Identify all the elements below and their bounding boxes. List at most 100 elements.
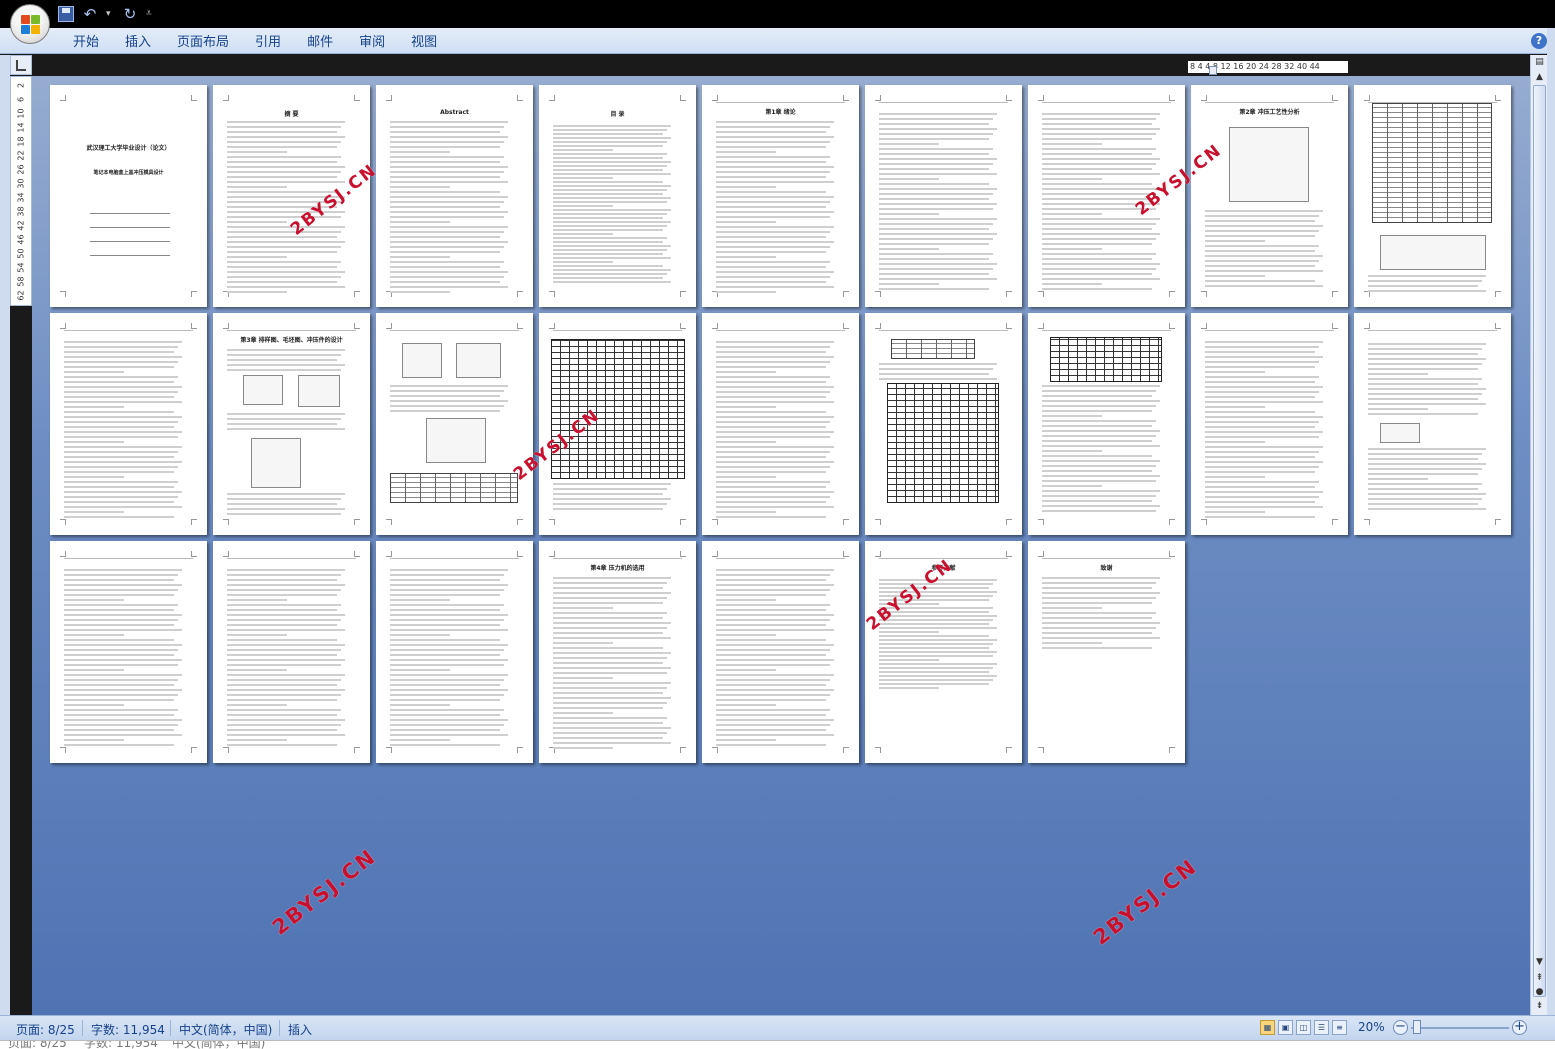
ruler-toggle-icon[interactable]: ▤	[1532, 55, 1547, 70]
tab-references[interactable]: 引用	[242, 31, 294, 52]
page-thumbnail[interactable]	[213, 541, 370, 763]
strip-language: 中文(简体，中国)	[172, 1040, 266, 1049]
page-thumbnail[interactable]: 第3章 排样图、毛坯图、冲压件的设计	[213, 313, 370, 535]
text-line	[1205, 491, 1323, 493]
text-line	[390, 256, 450, 258]
page-thumbnail[interactable]: 第2章 冲压工艺性分析	[1191, 85, 1348, 307]
page-thumbnail[interactable]: Abstract	[376, 85, 533, 307]
zoom-in-icon[interactable]: +	[1512, 1020, 1527, 1035]
indent-marker[interactable]	[1209, 66, 1217, 75]
page-header	[553, 555, 682, 559]
page-thumbnail[interactable]	[50, 313, 207, 535]
page-count[interactable]: 页面: 8/25	[16, 1021, 75, 1038]
vertical-scrollbar[interactable]: ▤ ▲ ▼ ⇞ ● ⇟	[1530, 55, 1547, 1015]
text-line	[227, 654, 337, 656]
text-line	[1042, 233, 1160, 235]
print-layout-view-icon[interactable]: ▦	[1260, 1020, 1275, 1035]
tab-view[interactable]: 视图	[398, 31, 450, 52]
page-thumbnail[interactable]: 第1章 绪论	[702, 85, 859, 307]
redo-icon[interactable]: ↻	[122, 6, 138, 22]
crop-mark	[354, 519, 360, 525]
outline-view-icon[interactable]: ☰	[1314, 1020, 1329, 1035]
text-line	[64, 684, 174, 686]
scroll-down-icon[interactable]: ▼	[1532, 955, 1547, 970]
crop-mark	[680, 747, 686, 753]
tab-insert[interactable]: 插入	[112, 31, 164, 52]
text-line	[553, 217, 663, 219]
help-icon[interactable]: ?	[1531, 33, 1547, 49]
undo-dropdown-icon[interactable]: ▾	[106, 6, 114, 22]
separator	[279, 1020, 280, 1036]
text-line	[553, 667, 671, 669]
text-line	[716, 436, 830, 438]
web-layout-icon[interactable]: ◫	[1296, 1020, 1311, 1035]
page-thumbnail[interactable]: 第4章 压力机的选用	[539, 541, 696, 763]
text-line	[1042, 490, 1160, 492]
page-thumbnail[interactable]	[702, 541, 859, 763]
page-thumbnail[interactable]	[865, 313, 1022, 535]
zoom-level[interactable]: 20%	[1358, 1020, 1385, 1034]
crop-mark	[1201, 519, 1207, 525]
draft-view-icon[interactable]: ≡	[1332, 1020, 1347, 1035]
page-thumbnail[interactable]	[50, 541, 207, 763]
page-thumbnail[interactable]	[1191, 313, 1348, 535]
text-line	[1205, 421, 1319, 423]
page-thumbnail[interactable]	[539, 313, 696, 535]
save-icon[interactable]	[58, 6, 74, 22]
quick-access-toolbar: ↶ ▾ ↻ ⩡	[58, 5, 156, 23]
text-line	[879, 679, 993, 681]
zoom-slider[interactable]	[1411, 1027, 1509, 1029]
text-line	[879, 228, 989, 230]
text-line	[553, 612, 667, 614]
text-line	[553, 169, 663, 171]
text-line	[227, 714, 337, 716]
text-line	[716, 396, 826, 398]
word-count[interactable]: 字数: 11,954	[91, 1021, 165, 1038]
page-thumbnail[interactable]: 武汉理工大学毕业设计（论文） 笔记本电脑盒上盖冲压模具设计	[50, 85, 207, 307]
page-thumbnail[interactable]	[1354, 313, 1511, 535]
customize-icon[interactable]: ⩡	[146, 6, 156, 22]
page-thumbnail[interactable]	[376, 541, 533, 763]
tab-page-layout[interactable]: 页面布局	[164, 31, 242, 52]
page-thumbnail[interactable]	[865, 85, 1022, 307]
full-screen-reading-icon[interactable]: ▣	[1278, 1020, 1293, 1035]
text-line	[1042, 592, 1160, 594]
text-line	[390, 266, 500, 268]
page-thumbnail[interactable]: 致谢	[1028, 541, 1185, 763]
tab-review[interactable]: 审阅	[346, 31, 398, 52]
zoom-slider-thumb[interactable]	[1413, 1020, 1421, 1034]
office-button[interactable]	[10, 4, 50, 44]
scroll-thumb[interactable]	[1533, 85, 1546, 997]
page-thumbnail[interactable]: 目 录	[539, 85, 696, 307]
language-indicator[interactable]: 中文(简体，中国)	[179, 1021, 272, 1038]
next-page-icon[interactable]: ⇟	[1532, 999, 1547, 1014]
page-thumbnail[interactable]	[376, 313, 533, 535]
crop-mark	[517, 95, 523, 101]
browse-object-icon[interactable]: ●	[1532, 985, 1547, 1000]
page-thumbnail[interactable]	[1028, 313, 1185, 535]
scroll-up-icon[interactable]: ▲	[1532, 70, 1547, 85]
prev-page-icon[interactable]: ⇞	[1532, 971, 1547, 986]
text-line	[716, 181, 834, 183]
text-line	[1205, 260, 1319, 262]
text-line	[716, 201, 830, 203]
text-line	[390, 679, 504, 681]
insert-mode[interactable]: 插入	[288, 1021, 312, 1038]
text-line	[227, 136, 345, 138]
tab-home[interactable]: 开始	[60, 31, 112, 52]
page-thumbnail[interactable]	[1354, 85, 1511, 307]
text-line	[879, 651, 997, 653]
tab-selector-icon[interactable]	[10, 55, 32, 75]
vertical-ruler[interactable]: 2 6 10 14 18 22 26 30 34 38 42 46 50 54 …	[10, 76, 32, 306]
text-line	[390, 724, 504, 726]
text-line	[64, 381, 174, 383]
text-line	[716, 649, 830, 651]
zoom-out-icon[interactable]: −	[1393, 1020, 1408, 1035]
text-line	[716, 341, 834, 343]
page-thumbnail[interactable]	[702, 313, 859, 535]
text-line	[1042, 400, 1160, 402]
text-line	[227, 266, 337, 268]
undo-icon[interactable]: ↶	[82, 6, 98, 22]
tab-mailings[interactable]: 邮件	[294, 31, 346, 52]
text-line	[716, 579, 826, 581]
